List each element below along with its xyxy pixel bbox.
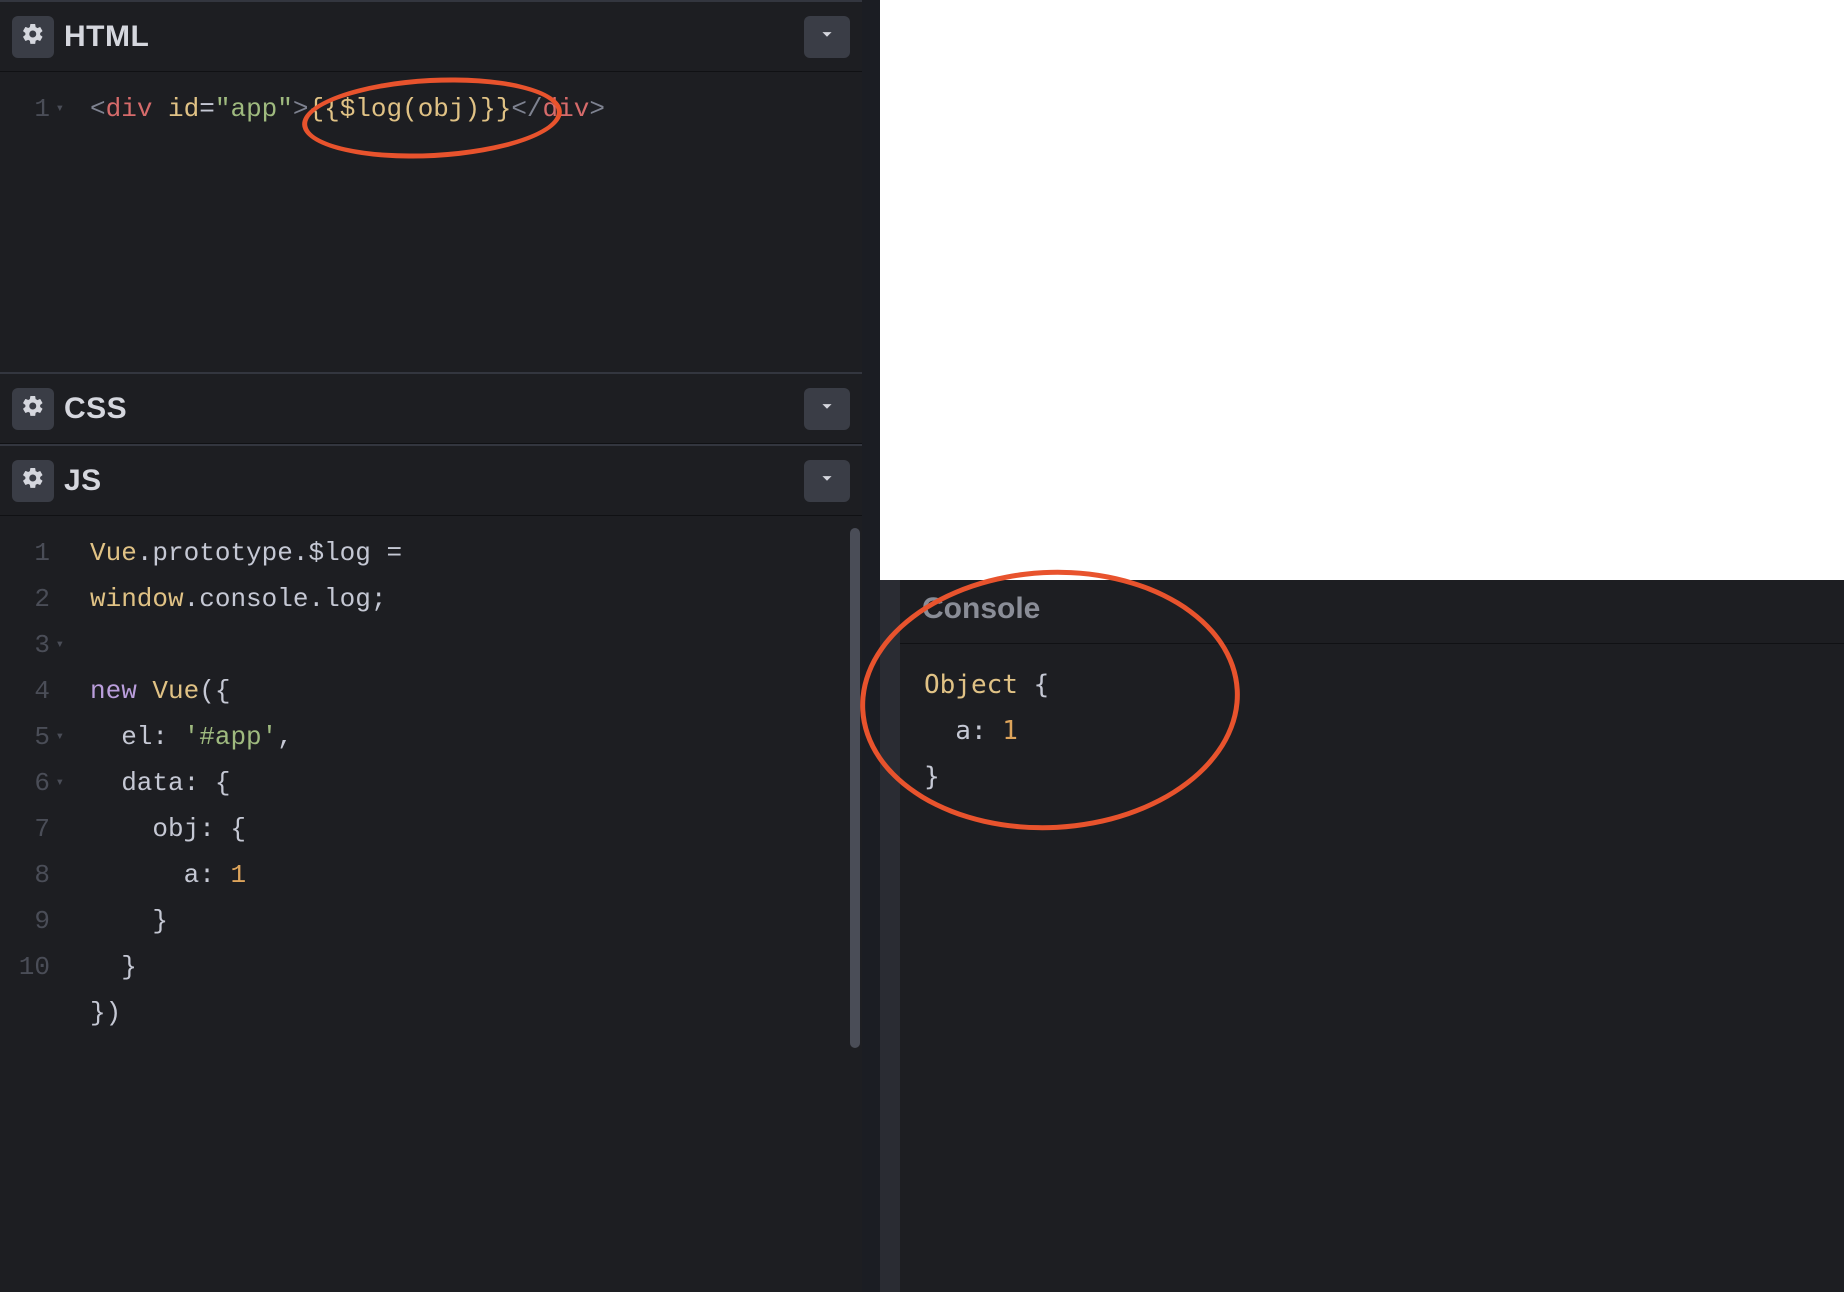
console-panel: Console Object { a: 1 }	[880, 580, 1844, 1292]
gear-icon	[21, 22, 45, 51]
line-number: 3	[0, 622, 50, 668]
gear-icon	[21, 466, 45, 495]
line-number: 2	[0, 576, 50, 622]
line-number: 5	[0, 714, 50, 760]
js-gutter: 1 2 3 4 5 6 7 8 9 10	[0, 516, 62, 1292]
gear-icon	[21, 394, 45, 423]
html-editor[interactable]: 1 <div id="app">{{$log(obj)}}</div>	[0, 72, 862, 372]
line-number: 7	[0, 806, 50, 852]
html-settings-button[interactable]	[12, 16, 54, 58]
chevron-down-icon	[816, 395, 838, 422]
js-settings-button[interactable]	[12, 460, 54, 502]
html-panel-header: HTML	[0, 0, 862, 72]
js-panel-header: JS	[0, 444, 862, 516]
app-root: HTML 1 <div id="app">{{$log(obj)}}</div>	[0, 0, 1844, 1292]
css-collapse-button[interactable]	[804, 388, 850, 430]
chevron-down-icon	[816, 467, 838, 494]
html-collapse-button[interactable]	[804, 16, 850, 58]
output-column: Console Object { a: 1 }	[880, 0, 1844, 1292]
line-number: 9	[0, 898, 50, 944]
preview-pane[interactable]	[880, 0, 1844, 580]
css-panel-title: CSS	[64, 392, 127, 426]
js-editor[interactable]: 1 2 3 4 5 6 7 8 9 10 Vue.prototype.$log …	[0, 516, 862, 1292]
console-title: Console	[900, 580, 1844, 644]
line-number: 6	[0, 760, 50, 806]
line-number: 8	[0, 852, 50, 898]
js-collapse-button[interactable]	[804, 460, 850, 502]
js-panel-title: JS	[64, 464, 102, 498]
line-number: 10	[0, 944, 50, 990]
line-number: 1	[0, 86, 50, 132]
html-panel-title: HTML	[64, 20, 149, 54]
line-number: 4	[0, 668, 50, 714]
html-code[interactable]: <div id="app">{{$log(obj)}}</div>	[62, 72, 605, 372]
js-code[interactable]: Vue.prototype.$log = window.console.log;…	[62, 516, 418, 1292]
line-number: 1	[0, 530, 50, 576]
console-output[interactable]: Object { a: 1 }	[900, 644, 1844, 818]
html-gutter: 1	[0, 72, 62, 372]
css-panel-header: CSS	[0, 372, 862, 444]
css-settings-button[interactable]	[12, 388, 54, 430]
chevron-down-icon	[816, 23, 838, 50]
scrollbar-thumb[interactable]	[850, 528, 860, 1048]
template-expression: {{$log(obj)}}	[308, 94, 511, 124]
editor-column: HTML 1 <div id="app">{{$log(obj)}}</div>	[0, 0, 880, 1292]
